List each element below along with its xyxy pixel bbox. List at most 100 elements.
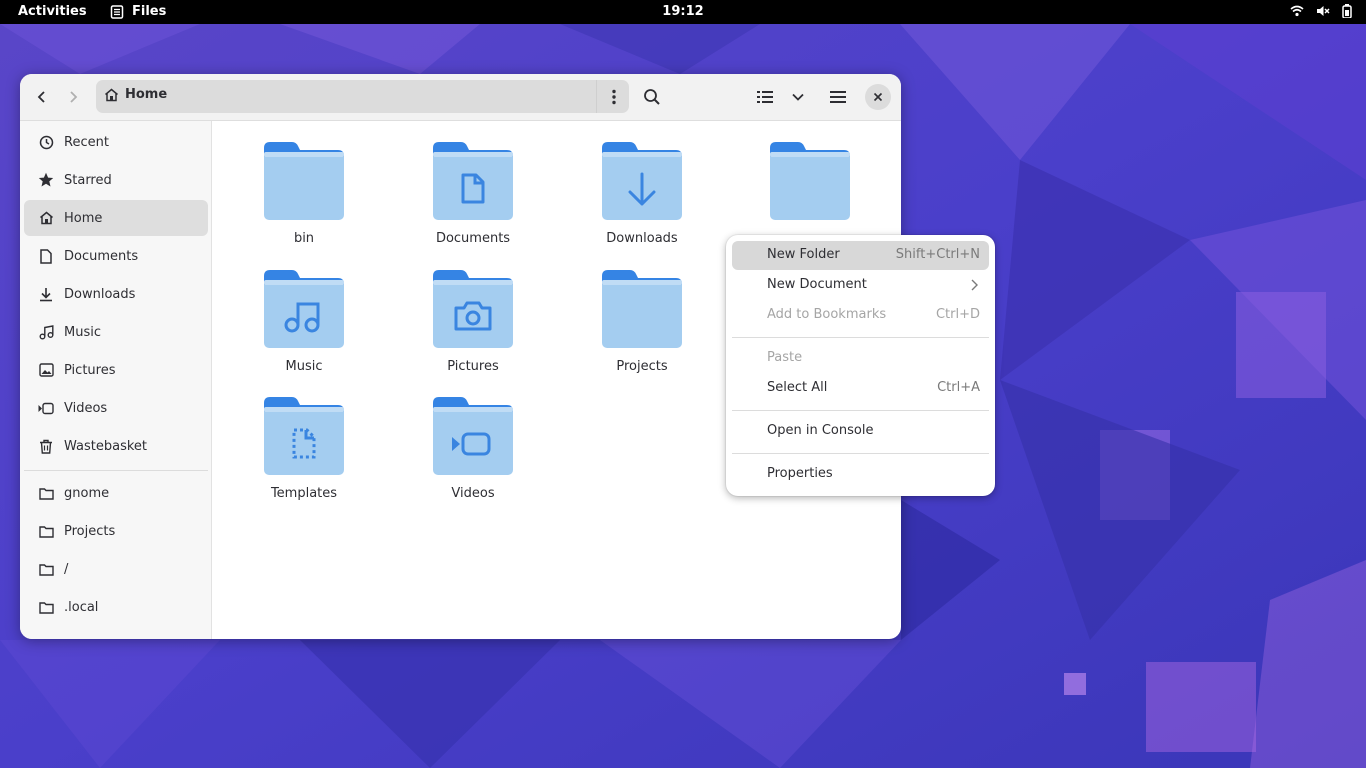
- sidebar-item-recent[interactable]: Recent: [24, 124, 208, 160]
- back-button[interactable]: [27, 82, 57, 112]
- files-app-icon: [110, 4, 124, 19]
- sidebar-item-local[interactable]: .local: [24, 589, 208, 625]
- path-crumb-home[interactable]: Home: [104, 87, 167, 102]
- star-icon: [38, 172, 54, 188]
- file-item-templates[interactable]: Templates: [228, 397, 378, 517]
- sidebar-item-wastebasket[interactable]: Wastebasket: [24, 428, 208, 464]
- sidebar-item-home[interactable]: Home: [24, 200, 208, 236]
- video-icon: [38, 400, 54, 416]
- sidebar-divider: [24, 470, 208, 471]
- file-item-documents[interactable]: Documents: [397, 142, 547, 262]
- sidebar-item-label: gnome: [64, 485, 110, 501]
- close-icon: [873, 92, 883, 102]
- app-menu[interactable]: Files: [110, 4, 166, 19]
- wifi-icon: [1290, 5, 1304, 17]
- menu-item-new-document[interactable]: New Document: [732, 271, 989, 300]
- folder-icon: [602, 270, 682, 348]
- path-crumb-label: Home: [125, 87, 168, 102]
- folder-icon: [38, 561, 54, 577]
- menu-item-add-to-bookmarks[interactable]: Add to Bookmarks Ctrl+D: [732, 301, 989, 330]
- menu-item-open-in-console[interactable]: Open in Console: [732, 417, 989, 446]
- menu-item-select-all[interactable]: Select All Ctrl+A: [732, 374, 989, 403]
- close-button[interactable]: [865, 84, 891, 110]
- folder-icon: [38, 523, 54, 539]
- sidebar-item-videos[interactable]: Videos: [24, 390, 208, 426]
- clock[interactable]: 19:12: [662, 4, 703, 19]
- sidebar-item-pictures[interactable]: Pictures: [24, 352, 208, 388]
- folder-templates-icon: [264, 397, 344, 475]
- document-icon: [38, 248, 54, 264]
- menu-item-properties[interactable]: Properties: [732, 460, 989, 489]
- menu-separator: [732, 453, 989, 454]
- chevron-right-icon: [70, 91, 78, 103]
- home-icon: [38, 210, 54, 226]
- download-icon: [38, 286, 54, 302]
- folder-pictures-icon: [433, 270, 513, 348]
- chevron-right-icon: [971, 279, 978, 291]
- sidebar-item-label: Wastebasket: [64, 438, 148, 454]
- list-view-button[interactable]: [750, 82, 780, 112]
- sidebar-item-label: Videos: [64, 400, 108, 416]
- menu-item-new-folder[interactable]: New Folder Shift+Ctrl+N: [732, 241, 989, 270]
- volume-muted-icon: [1316, 5, 1330, 17]
- menu-item-paste[interactable]: Paste: [732, 344, 989, 373]
- clock-icon: [38, 134, 54, 150]
- sidebar-item-projects[interactable]: Projects: [24, 513, 208, 549]
- file-item-pictures[interactable]: Pictures: [397, 270, 547, 390]
- menu-item-accelerator: Shift+Ctrl+N: [895, 247, 980, 262]
- sidebar-item-label: .local: [64, 599, 99, 615]
- music-icon: [38, 324, 54, 340]
- menu-separator: [732, 410, 989, 411]
- trash-icon: [38, 438, 54, 454]
- forward-button[interactable]: [58, 82, 88, 112]
- sidebar-item-documents[interactable]: Documents: [24, 238, 208, 274]
- search-button[interactable]: [637, 82, 667, 112]
- file-name: Music: [285, 359, 323, 374]
- file-name: Downloads: [606, 231, 678, 246]
- menu-item-label: New Document: [767, 277, 867, 292]
- top-bar: Activities Files 19:12: [0, 0, 1366, 24]
- activities-button[interactable]: Activities: [18, 4, 87, 19]
- main-menu-button[interactable]: [823, 82, 853, 112]
- menu-item-label: New Folder: [767, 247, 840, 262]
- menu-item-accelerator: Ctrl+A: [937, 380, 980, 395]
- sidebar-item-label: /: [64, 561, 69, 577]
- menu-item-label: Select All: [767, 380, 828, 395]
- folder-icon: [38, 485, 54, 501]
- menu-item-label: Paste: [767, 350, 803, 365]
- home-icon: [105, 88, 118, 101]
- sidebar-item-label: Starred: [64, 172, 112, 188]
- file-item-bin[interactable]: bin: [228, 142, 378, 262]
- sidebar-item-label: Downloads: [64, 286, 136, 302]
- hamburger-menu-icon: [830, 91, 846, 103]
- sidebar-item-gnome[interactable]: gnome: [24, 475, 208, 511]
- system-tray[interactable]: [1290, 4, 1352, 18]
- file-item-projects[interactable]: Projects: [566, 270, 716, 390]
- folder-documents-icon: [433, 142, 513, 220]
- battery-icon: [1342, 4, 1352, 18]
- file-item-downloads[interactable]: Downloads: [566, 142, 716, 262]
- header-bar: Home: [20, 74, 901, 121]
- file-name: Videos: [451, 486, 495, 501]
- sidebar-item-label: Pictures: [64, 362, 116, 378]
- menu-item-label: Add to Bookmarks: [767, 307, 887, 322]
- app-menu-label: Files: [132, 4, 167, 19]
- file-item-music[interactable]: Music: [228, 270, 378, 390]
- sidebar-item-music[interactable]: Music: [24, 314, 208, 350]
- folder-videos-icon: [433, 397, 513, 475]
- view-options-button[interactable]: [783, 82, 813, 112]
- file-item-videos[interactable]: Videos: [397, 397, 547, 517]
- sidebar-item-root[interactable]: /: [24, 551, 208, 587]
- sidebar-item-label: Documents: [64, 248, 139, 264]
- folder-menu-button[interactable]: [599, 81, 629, 112]
- chevron-left-icon: [37, 91, 45, 103]
- sidebar-item-label: Home: [64, 210, 103, 226]
- sidebar: Recent Starred Home Documents Downloads …: [20, 121, 212, 639]
- folder-downloads-icon: [602, 142, 682, 220]
- path-bar[interactable]: Home: [96, 80, 629, 113]
- sidebar-item-starred[interactable]: Starred: [24, 162, 208, 198]
- sidebar-item-label: Recent: [64, 134, 109, 150]
- file-name: Documents: [435, 231, 511, 246]
- sidebar-item-downloads[interactable]: Downloads: [24, 276, 208, 312]
- context-menu: New Folder Shift+Ctrl+N New Document Add…: [726, 235, 995, 496]
